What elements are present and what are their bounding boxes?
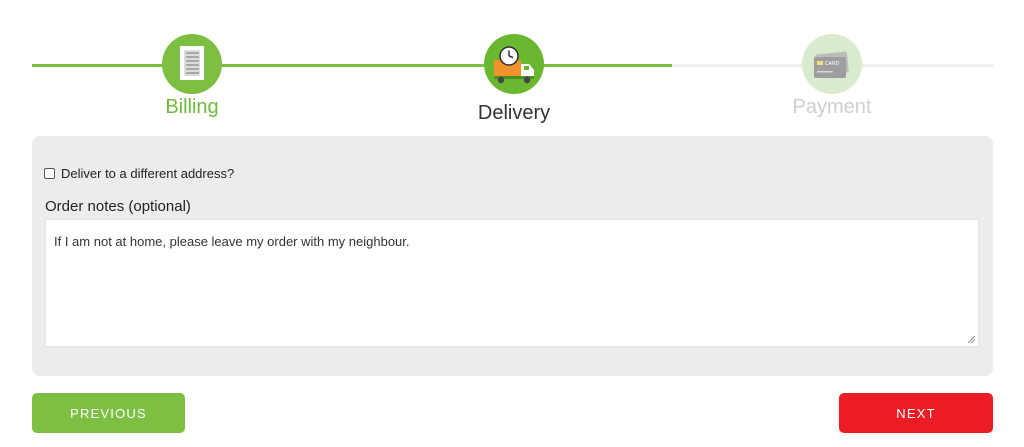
order-notes-textarea[interactable]: If I am not at home, please leave my ord… — [45, 219, 979, 347]
different-address-option[interactable]: Deliver to a different address? — [44, 166, 234, 181]
resize-handle-icon[interactable] — [967, 335, 975, 343]
step-delivery[interactable]: Delivery — [434, 34, 594, 125]
previous-button[interactable]: PREVIOUS — [32, 393, 185, 433]
step-label-billing: Billing — [165, 96, 219, 118]
order-notes-label: Order notes (optional) — [45, 198, 191, 215]
step-label-delivery: Delivery — [477, 102, 551, 124]
credit-card-icon: CARD — [802, 34, 862, 94]
document-list-icon — [162, 34, 222, 94]
delivery-form-panel: Deliver to a different address? Order no… — [32, 136, 993, 376]
step-payment[interactable]: CARD Payment — [752, 34, 912, 119]
step-label-payment: Payment — [792, 96, 872, 118]
step-billing[interactable]: Billing — [112, 34, 272, 119]
different-address-label: Deliver to a different address? — [61, 166, 235, 181]
delivery-truck-icon — [484, 34, 544, 94]
card-text: CARD — [825, 61, 840, 67]
different-address-checkbox[interactable] — [44, 168, 55, 179]
order-notes-text: If I am not at home, please leave my ord… — [54, 234, 410, 249]
next-button[interactable]: NEXT — [839, 393, 993, 433]
